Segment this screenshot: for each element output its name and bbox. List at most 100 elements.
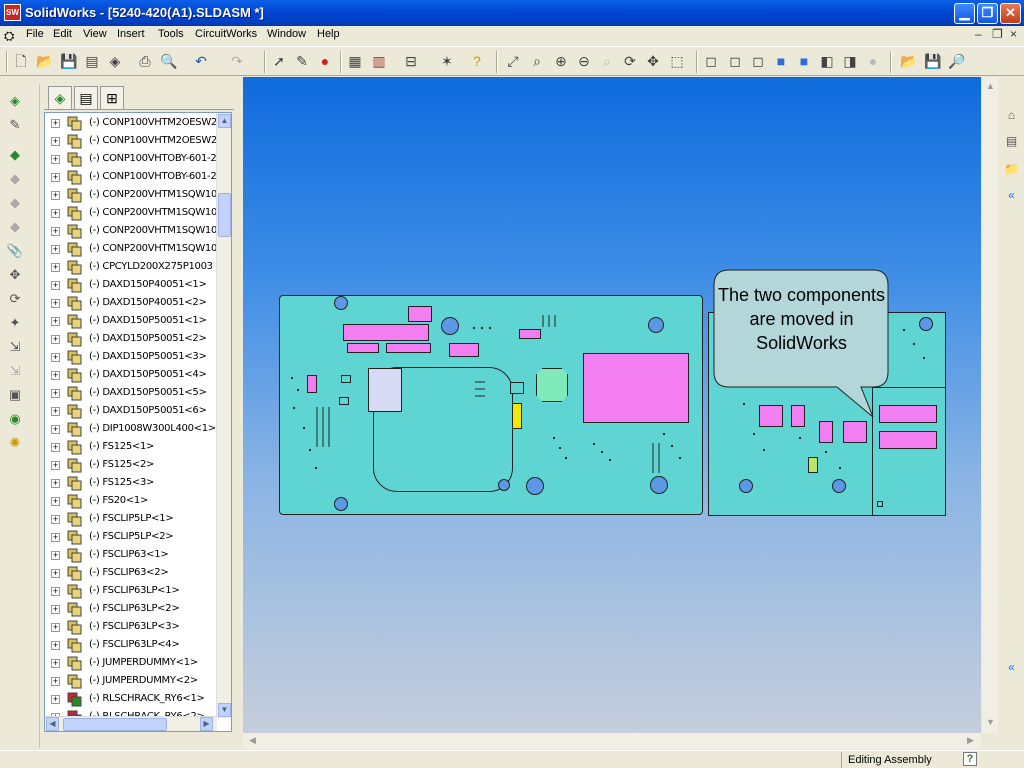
expand-icon[interactable]: + [51, 677, 60, 686]
tree-item[interactable]: + (-) FSCLIP5LP<1> [45, 510, 220, 528]
expand-icon[interactable]: + [51, 227, 60, 236]
menu-insert[interactable]: Insert [117, 28, 145, 40]
expand-icon[interactable]: + [51, 533, 60, 542]
shaded-icon[interactable]: ■ [795, 52, 813, 70]
zoom-fit-icon[interactable]: ⤢ [504, 52, 522, 70]
menu-circuitworks[interactable]: CircuitWorks [195, 28, 257, 40]
zoom-selection-icon[interactable]: ⊖ [575, 52, 593, 70]
expand-icon[interactable]: + [51, 497, 60, 506]
select-arrow-icon[interactable]: ➚ [270, 52, 288, 70]
paperclip-icon[interactable]: 📎 [6, 242, 24, 260]
expand-icon[interactable]: + [51, 695, 60, 704]
zoom-area-icon[interactable]: ⌕ [528, 52, 546, 70]
expand-icon[interactable]: + [51, 353, 60, 362]
expand-icon[interactable]: + [51, 191, 60, 200]
open-assembly-icon[interactable]: 📂 [900, 52, 918, 70]
hidden-lines-removed-icon[interactable]: ◻ [749, 52, 767, 70]
doc-close-icon[interactable]: × [1010, 27, 1017, 41]
tree-item[interactable]: + (-) FS20<1> [45, 492, 220, 510]
file-explorer-icon[interactable]: 📁 [1002, 160, 1021, 179]
doc-minimize-icon[interactable]: – [975, 27, 982, 41]
expand-icon[interactable]: + [51, 479, 60, 488]
change-transparency-icon[interactable]: ◆ [6, 194, 24, 212]
make-assembly-icon[interactable]: ◈ [106, 52, 124, 70]
section-view-icon[interactable]: ◨ [841, 52, 859, 70]
save-assembly-icon[interactable]: 💾 [924, 52, 942, 70]
scroll-right-icon[interactable]: ▶ [200, 717, 213, 731]
hidden-lines-visible-icon[interactable]: ◻ [726, 52, 744, 70]
expand-icon[interactable]: + [51, 659, 60, 668]
expand-icon[interactable]: + [51, 641, 60, 650]
zoom-in-out-icon[interactable]: ⊕ [552, 52, 570, 70]
tree-item[interactable]: + (-) JUMPERDUMMY<1> [45, 654, 220, 672]
tree-item[interactable]: + (-) CONP200VHTM1SQW10 [45, 222, 220, 240]
tree-item[interactable]: + (-) CONP100VHTOBY-601-2 [45, 150, 220, 168]
tree-item[interactable]: + (-) CONP100VHTOBY-601-2 [45, 168, 220, 186]
expand-icon[interactable]: + [51, 371, 60, 380]
scroll-left-icon[interactable]: ◀ [46, 717, 59, 731]
rotate-component-icon[interactable]: ⟳ [6, 290, 24, 308]
move-component-icon[interactable]: ✥ [6, 266, 24, 284]
explode-line-icon[interactable]: ⇲ [6, 362, 24, 380]
tree-item[interactable]: + (-) DAXD150P50051<2> [45, 330, 220, 348]
doc-restore-icon[interactable]: ❐ [992, 27, 1003, 41]
tree-item[interactable]: + (-) FSCLIP63LP<4> [45, 636, 220, 654]
solidworks-app-icon[interactable]: SW [4, 4, 21, 21]
tree-item[interactable]: + (-) CONP200VHTM1SQW10 [45, 186, 220, 204]
collapse-pane-icon[interactable]: « [1002, 186, 1021, 205]
expand-icon[interactable]: + [51, 281, 60, 290]
tree-item[interactable]: + (-) FS125<2> [45, 456, 220, 474]
tree-item[interactable]: + (-) CONP200VHTM1SQW10 [45, 240, 220, 258]
help-status-icon[interactable]: ? [963, 752, 977, 766]
expand-icon[interactable]: + [51, 515, 60, 524]
mate-icon[interactable]: ◆ [6, 218, 24, 236]
expand-icon[interactable]: + [51, 173, 60, 182]
menu-window[interactable]: Window [267, 28, 306, 40]
expand-icon[interactable]: + [51, 389, 60, 398]
tree-item[interactable]: + (-) FS125<1> [45, 438, 220, 456]
property-manager-tab-icon[interactable]: ▤ [74, 86, 98, 110]
scroll-up-icon[interactable]: ▲ [218, 114, 231, 128]
expand-icon[interactable]: + [51, 155, 60, 164]
tree-item[interactable]: + (-) FSCLIP63LP<2> [45, 600, 220, 618]
tree-item[interactable]: + (-) FS125<3> [45, 474, 220, 492]
pan-icon[interactable]: ✥ [644, 52, 662, 70]
tree-item[interactable]: + (-) CONP200VHTM1SQW10 [45, 204, 220, 222]
menu-view[interactable]: View [83, 28, 107, 40]
expand-icon[interactable]: + [51, 245, 60, 254]
expand-icon[interactable]: + [51, 623, 60, 632]
solidworks-logo-icon[interactable]: ⛭ [4, 28, 14, 44]
tree-item[interactable]: + (-) FSCLIP63LP<3> [45, 618, 220, 636]
exploded-view-icon[interactable]: ⇲ [6, 338, 24, 356]
expand-icon[interactable]: + [51, 569, 60, 578]
print-preview-icon[interactable]: 🔍 [160, 52, 178, 70]
menu-edit[interactable]: Edit [53, 28, 72, 40]
home-icon[interactable]: ⌂ [1002, 106, 1021, 125]
expand-icon[interactable]: + [51, 425, 60, 434]
tree-item[interactable]: + (-) FSCLIP63<2> [45, 564, 220, 582]
open-folder-icon[interactable]: 📂 [36, 52, 54, 70]
appearance-icon[interactable]: ✺ [6, 434, 24, 452]
expand-icon[interactable]: + [51, 443, 60, 452]
configuration-manager-tab-icon[interactable]: ⊞ [100, 86, 124, 110]
tree-item[interactable]: + (-) JUMPERDUMMY<2> [45, 672, 220, 690]
previous-view-icon[interactable]: ⌕ [598, 52, 616, 70]
tree-item[interactable]: + (-) DAXD150P40051<2> [45, 294, 220, 312]
tree-item[interactable]: + (-) DAXD150P50051<3> [45, 348, 220, 366]
rebuild-icon[interactable]: ● [316, 52, 334, 70]
scroll-down-icon[interactable]: ▼ [986, 717, 995, 727]
design-library-icon[interactable]: ▤ [1002, 132, 1021, 151]
tree-vertical-scrollbar[interactable]: ▲ ▼ [216, 113, 231, 718]
shaded-with-edges-icon[interactable]: ■ [772, 52, 790, 70]
assembly-icon[interactable]: ◈ [6, 92, 24, 110]
help-question-icon[interactable]: ? [468, 52, 486, 70]
menu-help[interactable]: Help [317, 28, 340, 40]
minimize-button[interactable]: ▁ [954, 3, 975, 24]
expand-icon[interactable]: + [51, 335, 60, 344]
tree-item[interactable]: + (-) DAXD150P50051<6> [45, 402, 220, 420]
tree-hscroll-thumb[interactable] [63, 718, 167, 731]
tree-item[interactable]: + (-) CONP100VHTM2OESW2 [45, 114, 220, 132]
save-icon[interactable]: 💾 [60, 52, 78, 70]
expand-pane-icon[interactable]: « [1002, 658, 1021, 677]
graphics-viewport[interactable]: The two components are moved in SolidWor… [243, 77, 981, 733]
